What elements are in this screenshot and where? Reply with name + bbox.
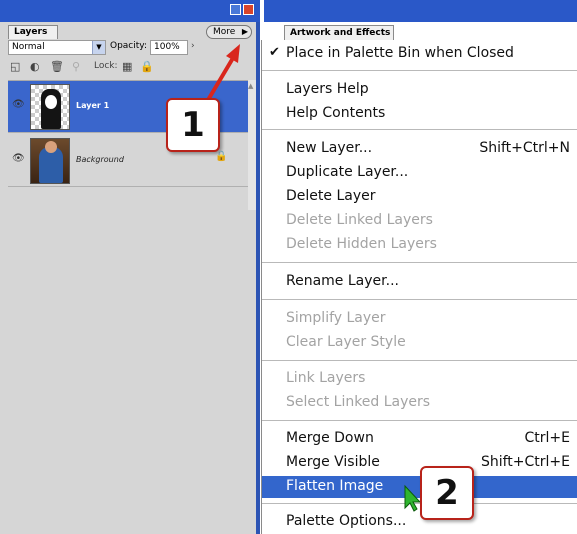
menu-item-new-layer[interactable]: New Layer... Shift+Ctrl+N: [262, 138, 577, 160]
layers-palette: Layers More ▶ Normal ▼ Opacity: 100% › ◱…: [0, 0, 260, 534]
menu-item-select-linked-layers[interactable]: Select Linked Layers: [262, 392, 577, 414]
close-icon[interactable]: [243, 4, 254, 15]
layers-tab-label: Layers: [14, 27, 48, 37]
checkmark-icon: ✔: [269, 45, 280, 60]
lock-transparency-icon[interactable]: ▦: [122, 60, 132, 73]
window-controls: [230, 4, 254, 15]
step-2-callout: 2: [420, 466, 474, 520]
layer-name: Background: [76, 155, 124, 164]
lock-icon: 🔒: [215, 151, 228, 162]
artwork-tab-label: Artwork and Effects: [290, 28, 391, 38]
blend-mode-value: Normal: [12, 42, 45, 52]
menu-item-place-in-palette-bin[interactable]: ✔ Place in Palette Bin when Closed: [262, 43, 577, 65]
layer-list-scrollbar[interactable]: ▲: [248, 80, 256, 210]
new-layer-icon[interactable]: ◱: [10, 60, 20, 73]
menu-separator: [262, 420, 577, 421]
menu-item-clear-layer-style[interactable]: Clear Layer Style: [262, 332, 577, 354]
menu-item-duplicate-layer[interactable]: Duplicate Layer...: [262, 162, 577, 184]
menu-item-delete-layer[interactable]: Delete Layer: [262, 186, 577, 208]
layer-name: Layer 1: [76, 101, 110, 110]
palette-menu: ✔ Place in Palette Bin when Closed Layer…: [261, 40, 577, 534]
minimize-icon[interactable]: [230, 4, 241, 15]
menu-item-layers-help[interactable]: Layers Help: [262, 79, 577, 101]
menu-separator: [262, 70, 577, 71]
menu-item-rename-layer[interactable]: Rename Layer...: [262, 271, 577, 293]
more-button[interactable]: More ▶: [206, 25, 252, 39]
eye-icon[interactable]: 👁: [12, 99, 25, 110]
layer-tools-row: ◱ ◐ 🗑 ⚲ Lock: ▦ 🔒: [8, 60, 254, 76]
menu-separator: [262, 360, 577, 361]
play-arrow-icon: ▶: [241, 27, 248, 36]
artwork-and-effects-tab[interactable]: Artwork and Effects: [284, 25, 394, 40]
opacity-slider-arrow-icon[interactable]: ›: [191, 41, 195, 51]
menu-separator: [262, 299, 577, 300]
blend-options-row: Normal ▼ Opacity: 100% ›: [8, 40, 254, 56]
menu-item-simplify-layer[interactable]: Simplify Layer: [262, 308, 577, 330]
window-title-bar: [0, 0, 260, 22]
layer-thumbnail: [30, 138, 70, 184]
layers-tab[interactable]: Layers: [8, 25, 58, 39]
menu-item-delete-linked-layers[interactable]: Delete Linked Layers: [262, 210, 577, 232]
lock-label: Lock:: [94, 61, 118, 71]
lock-icon[interactable]: 🔒: [140, 60, 154, 73]
menu-item-delete-hidden-layers[interactable]: Delete Hidden Layers: [262, 234, 577, 256]
blend-mode-select[interactable]: Normal ▼: [8, 40, 106, 55]
menu-separator: [262, 129, 577, 130]
window-title-bar: [264, 0, 577, 22]
opacity-label: Opacity:: [110, 41, 147, 51]
more-button-label: More: [213, 27, 236, 37]
menu-item-link-layers[interactable]: Link Layers: [262, 368, 577, 390]
eye-icon[interactable]: 👁: [12, 153, 25, 164]
menu-item-help-contents[interactable]: Help Contents: [262, 103, 577, 125]
adjustment-layer-icon[interactable]: ◐: [30, 60, 40, 73]
chevron-down-icon[interactable]: ▼: [92, 41, 105, 54]
opacity-value: 100%: [154, 42, 180, 52]
menu-separator: [262, 262, 577, 263]
menu-item-merge-down[interactable]: Merge Down Ctrl+E: [262, 428, 577, 450]
opacity-field[interactable]: 100%: [150, 40, 188, 55]
scroll-up-icon[interactable]: ▲: [248, 82, 253, 90]
step-1-callout: 1: [166, 98, 220, 152]
layer-thumbnail: [30, 84, 70, 130]
link-icon[interactable]: ⚲: [72, 60, 80, 73]
trash-icon[interactable]: 🗑: [50, 60, 64, 73]
